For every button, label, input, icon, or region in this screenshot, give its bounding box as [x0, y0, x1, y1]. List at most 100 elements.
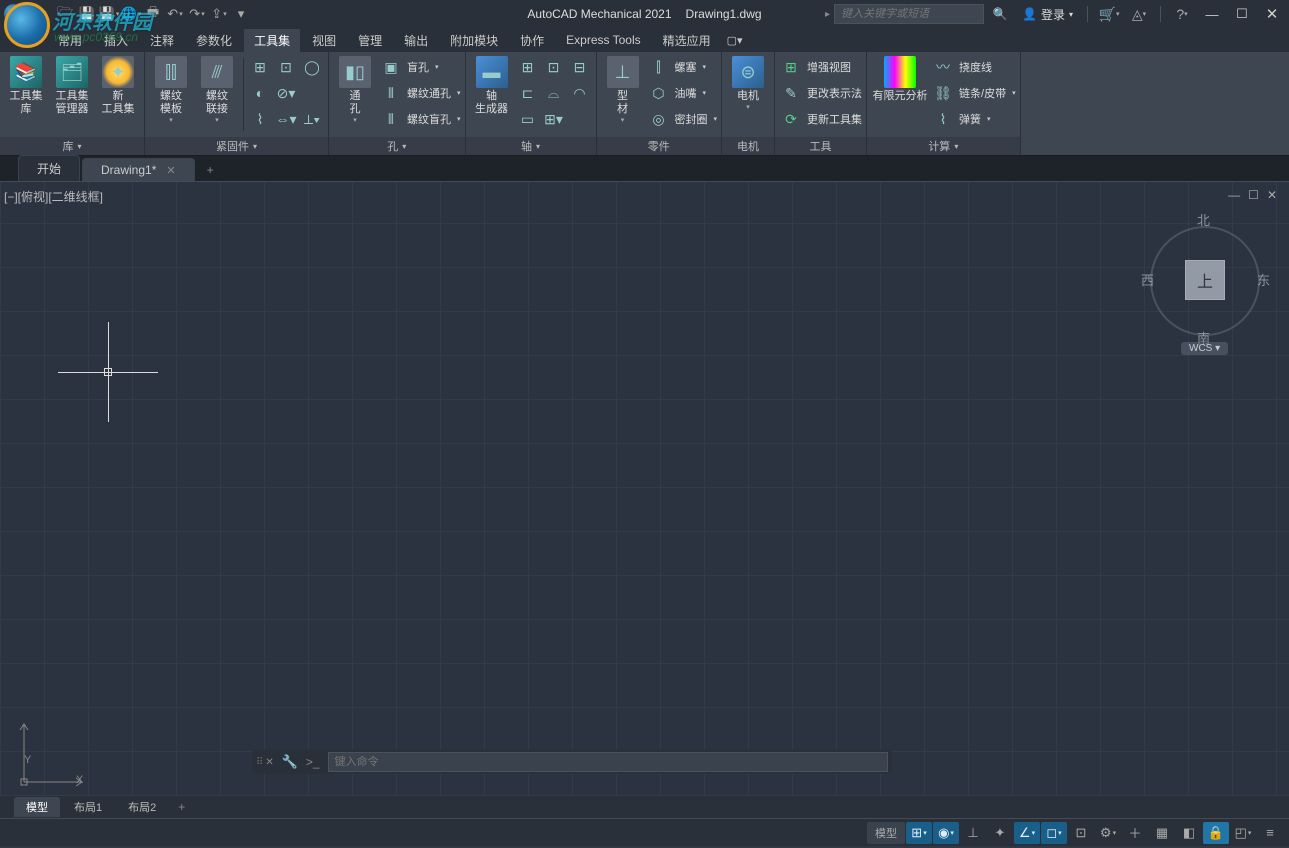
minimize-button[interactable]: — — [1199, 7, 1225, 22]
status-snap-icon[interactable]: ◉▾ — [933, 822, 959, 844]
tab-insert[interactable]: 插入 — [94, 29, 138, 52]
a360-icon[interactable]: ◬▾ — [1126, 6, 1152, 23]
btn-motor[interactable]: ⊜电机▾ — [726, 54, 770, 113]
btn-grease[interactable]: ⬡油嘴▾ — [647, 80, 718, 106]
vp-close-icon[interactable]: ✕ — [1267, 188, 1277, 202]
fastener-small-8-icon[interactable]: ⟂▾ — [300, 107, 324, 131]
cmd-close-icon[interactable]: ✕ — [265, 757, 273, 768]
shaft-s7-icon[interactable]: ▭ — [516, 107, 540, 131]
btn-blind-hole[interactable]: ▣盲孔▾ — [379, 54, 461, 80]
btn-deflection[interactable]: 〰挠度线 — [931, 54, 1016, 80]
tab-collaborate[interactable]: 协作 — [510, 29, 554, 52]
shaft-s3-icon[interactable]: ⊟ — [568, 55, 592, 79]
qat-undo-icon[interactable]: ↶▾ — [164, 3, 186, 25]
btn-plug[interactable]: ⫿螺塞▾ — [647, 54, 718, 80]
search-input[interactable] — [834, 4, 984, 24]
search-expand-icon[interactable]: ▸ — [825, 9, 830, 20]
btn-spring[interactable]: ⌇弹簧▾ — [931, 106, 1016, 132]
status-ortho-icon[interactable]: ⊥ — [960, 822, 986, 844]
close-tab-icon[interactable]: ✕ — [166, 164, 175, 177]
shaft-s5-icon[interactable]: ⌓ — [542, 81, 566, 105]
status-lwt-icon[interactable]: ⊡ — [1068, 822, 1094, 844]
tab-parametric[interactable]: 参数化 — [186, 29, 242, 52]
vc-north[interactable]: 北 — [1197, 210, 1210, 229]
vc-wcs-button[interactable]: WCS ▾ — [1181, 342, 1228, 355]
vp-minimize-icon[interactable]: — — [1228, 188, 1240, 202]
tab-express[interactable]: Express Tools — [556, 30, 650, 50]
panel-expand-icon[interactable]: ▾ — [954, 142, 958, 151]
btn-chain-belt[interactable]: ⛓链条/皮带▾ — [931, 80, 1016, 106]
tab-annotate[interactable]: 注释 — [140, 29, 184, 52]
btn-thread-through[interactable]: ⦀螺纹通孔▾ — [379, 80, 461, 106]
status-qp-icon[interactable]: 🔒 — [1203, 822, 1229, 844]
fastener-small-6-icon[interactable]: ⌇ — [248, 107, 272, 131]
status-grid-icon[interactable]: ⊞▾ — [906, 822, 932, 844]
layout-model[interactable]: 模型 — [14, 797, 60, 817]
shaft-s6-icon[interactable]: ◠ — [568, 81, 592, 105]
layout-add-button[interactable]: + — [170, 798, 193, 816]
status-polar-icon[interactable]: ✦ — [987, 822, 1013, 844]
btn-seal[interactable]: ◎密封圈▾ — [647, 106, 718, 132]
btn-thread-connect[interactable]: ⫻螺纹 联接▾ — [195, 54, 239, 126]
btn-shaft-gen[interactable]: ▬轴 生成器 — [470, 54, 514, 118]
cart-icon[interactable]: 🛒▾ — [1096, 6, 1122, 23]
vp-maximize-icon[interactable]: ☐ — [1248, 188, 1259, 202]
doctab-add-button[interactable]: + — [197, 159, 224, 181]
panel-expand-icon[interactable]: ▾ — [402, 142, 406, 151]
vc-west[interactable]: 西 — [1141, 270, 1154, 289]
qat-plot-icon[interactable]: 🖶 — [142, 3, 164, 25]
tab-view[interactable]: 视图 — [302, 29, 346, 52]
app-logo-icon[interactable] — [4, 4, 24, 24]
tab-options-icon[interactable]: ▢▾ — [723, 31, 741, 50]
fastener-small-1-icon[interactable]: ⊞ — [248, 55, 272, 79]
vc-east[interactable]: 东 — [1257, 270, 1270, 289]
tab-featured[interactable]: 精选应用 — [653, 29, 721, 52]
doctab-start[interactable]: 开始 — [18, 155, 80, 181]
btn-enhanced-view[interactable]: ⊞增强视图 — [779, 54, 862, 80]
vc-top-face[interactable]: 上 — [1185, 260, 1225, 300]
qat-saveas-icon[interactable]: 💾▾ — [98, 3, 120, 25]
btn-through-hole[interactable]: ▮▯通 孔▾ — [333, 54, 377, 126]
qat-new-icon[interactable]: ▾ — [32, 3, 54, 25]
fastener-small-4-icon[interactable]: ◐ — [248, 81, 272, 105]
status-osnap-icon[interactable]: ∠▾ — [1014, 822, 1040, 844]
command-line[interactable]: ⠿ ✕ 🔧 >_ — [252, 750, 892, 774]
shaft-s8-icon[interactable]: ⊞▾ — [542, 107, 566, 131]
status-layer-icon[interactable]: ▦ — [1149, 822, 1175, 844]
cmd-customize-icon[interactable]: 🔧 — [278, 754, 302, 770]
tab-addins[interactable]: 附加模块 — [440, 29, 508, 52]
shaft-s1-icon[interactable]: ⊞ — [516, 55, 540, 79]
status-otrack-icon[interactable]: ◻▾ — [1041, 822, 1067, 844]
cmd-grip-icon[interactable]: ⠿ — [256, 757, 261, 768]
btn-tool-library[interactable]: 📚工具集 库 — [4, 54, 48, 118]
btn-new-toolset[interactable]: ✦新 工具集 — [96, 54, 140, 118]
doctab-drawing1[interactable]: Drawing1* ✕ — [82, 158, 195, 181]
qat-web-icon[interactable]: 🌐▾ — [120, 3, 142, 25]
qat-more-icon[interactable]: ▾ — [230, 3, 252, 25]
close-button[interactable]: ✕ — [1259, 5, 1285, 23]
qat-open-icon[interactable]: 🗁 — [54, 3, 76, 25]
fastener-small-2-icon[interactable]: ⊡ — [274, 55, 298, 79]
layout-1[interactable]: 布局1 — [62, 797, 114, 817]
status-plus-icon[interactable]: ＋ — [1122, 822, 1148, 844]
tab-output[interactable]: 输出 — [394, 29, 438, 52]
status-cycling-icon[interactable]: ⚙▾ — [1095, 822, 1121, 844]
fastener-small-5-icon[interactable]: ⊘▾ — [274, 81, 298, 105]
qat-share-icon[interactable]: ⇪▾ — [208, 3, 230, 25]
btn-thread-template[interactable]: ⫿⫿螺纹 模板▾ — [149, 54, 193, 126]
qat-redo-icon[interactable]: ↷▾ — [186, 3, 208, 25]
viewport-label[interactable]: [−][俯视][二维线框] — [4, 188, 103, 205]
tab-content[interactable]: 工具集 — [244, 29, 300, 52]
viewcube[interactable]: 北 西 东 南 上 WCS ▾ — [1145, 212, 1265, 352]
shaft-s4-icon[interactable]: ⊏ — [516, 81, 540, 105]
search-icon[interactable]: 🔍 — [988, 4, 1012, 24]
shaft-s2-icon[interactable]: ⊡ — [542, 55, 566, 79]
help-icon[interactable]: ?▾ — [1169, 6, 1195, 22]
tab-manage[interactable]: 管理 — [348, 29, 392, 52]
btn-change-rep[interactable]: ✎更改表示法 — [779, 80, 862, 106]
btn-tool-manager[interactable]: 🗂工具集 管理器 — [50, 54, 94, 118]
status-menu-icon[interactable]: ≡ — [1257, 822, 1283, 844]
drawing-canvas[interactable]: [−][俯视][二维线框] — ☐ ✕ 北 西 东 南 上 WCS ▾ Y X … — [0, 182, 1289, 796]
status-model-button[interactable]: 模型 — [867, 822, 905, 844]
tab-home[interactable]: 常用 — [48, 29, 92, 52]
